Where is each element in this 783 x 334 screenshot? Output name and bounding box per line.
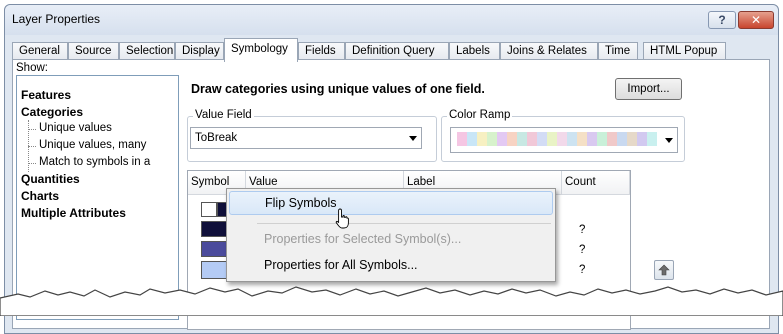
tree-item-unique-values[interactable]: Unique values (39, 122, 112, 134)
color-ramp-select[interactable] (450, 127, 678, 153)
ramp-swatch (637, 132, 647, 146)
context-menu: Flip Symbols Properties for Selected Sym… (226, 188, 556, 282)
torn-edge-decoration (0, 286, 783, 316)
chevron-down-icon (409, 136, 417, 141)
ramp-swatch (587, 132, 597, 146)
tree-item-unique-values-many[interactable]: Unique values, many (39, 139, 146, 151)
tree-connector (28, 129, 36, 130)
column-header-count[interactable]: Count (562, 171, 630, 195)
tree-item-multiple-attributes[interactable]: Multiple Attributes (21, 206, 126, 220)
color-ramp-group: Color Ramp (441, 109, 685, 162)
ramp-swatch (487, 132, 497, 146)
ramp-swatch (597, 132, 607, 146)
ramp-swatch (467, 132, 477, 146)
menu-separator (257, 223, 551, 224)
tree-item-quantities[interactable]: Quantities (21, 172, 80, 186)
ramp-swatch (457, 132, 467, 146)
ramp-swatch (557, 132, 567, 146)
ramp-swatch (477, 132, 487, 146)
tree-item-match-to-symbols[interactable]: Match to symbols in a (39, 156, 150, 168)
value-field-group: Value Field ToBreak (187, 109, 437, 162)
symbology-description: Draw categories using unique values of o… (191, 82, 485, 96)
ramp-swatch (507, 132, 517, 146)
ramp-swatch (537, 132, 547, 146)
value-field-select[interactable]: ToBreak (190, 127, 422, 149)
count-cell: ? (579, 224, 586, 236)
hand-cursor-icon (335, 208, 349, 229)
ramp-swatch (527, 132, 537, 146)
ramp-swatch (647, 132, 657, 146)
color-ramp-label: Color Ramp (447, 109, 513, 121)
close-button[interactable]: ✕ (738, 11, 774, 29)
ramp-swatch (617, 132, 627, 146)
tab-symbology[interactable]: Symbology (224, 38, 298, 62)
window-title: Layer Properties (12, 12, 101, 26)
chevron-down-icon (665, 138, 673, 143)
tree-item-categories[interactable]: Categories (21, 105, 83, 119)
value-field-label: Value Field (193, 109, 254, 121)
tree-connector (28, 146, 36, 147)
ramp-swatch (567, 132, 577, 146)
tree-connector (28, 163, 36, 164)
ramp-swatch (627, 132, 637, 146)
color-ramp-preview (457, 132, 657, 146)
ramp-swatch (517, 132, 527, 146)
symbol-swatch[interactable] (201, 202, 217, 217)
title-bar[interactable]: Layer Properties ? ✕ (5, 5, 778, 35)
menu-item-flip-symbols[interactable]: Flip Symbols (229, 191, 553, 215)
tree-item-features[interactable]: Features (21, 88, 71, 102)
count-cell: ? (579, 244, 586, 256)
import-button[interactable]: Import... (615, 78, 682, 100)
tree-item-charts[interactable]: Charts (21, 189, 59, 203)
ramp-swatch (577, 132, 587, 146)
menu-item-properties-selected[interactable]: Properties for Selected Symbol(s)... (229, 228, 553, 252)
value-field-value: ToBreak (195, 132, 238, 144)
ramp-swatch (497, 132, 507, 146)
ramp-swatch (547, 132, 557, 146)
show-label: Show: (16, 62, 48, 74)
ramp-swatch (607, 132, 617, 146)
help-button[interactable]: ? (708, 11, 736, 29)
